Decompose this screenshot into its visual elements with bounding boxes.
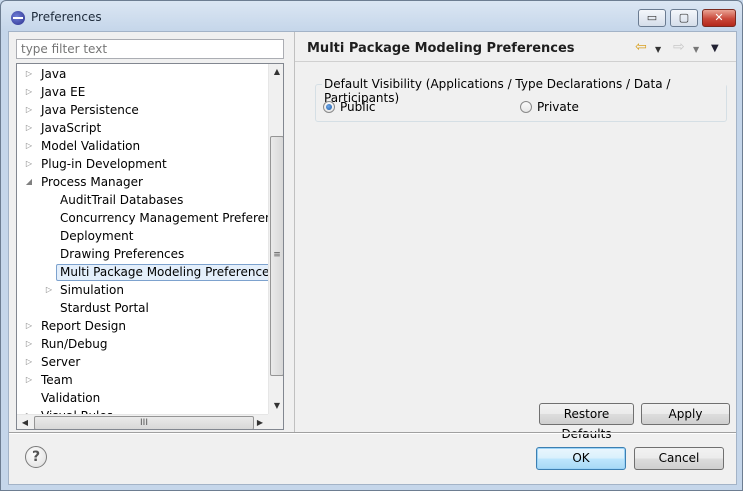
footer-separator bbox=[9, 432, 736, 434]
tree-item[interactable]: Concurrency Management Preferences bbox=[17, 209, 268, 227]
eclipse-icon bbox=[11, 11, 25, 25]
tree-item-label: Deployment bbox=[60, 229, 134, 243]
tree-item[interactable]: Validation bbox=[17, 389, 268, 407]
help-icon[interactable]: ? bbox=[25, 446, 47, 468]
cancel-button[interactable]: Cancel bbox=[634, 447, 724, 470]
ok-button[interactable]: OK bbox=[536, 447, 626, 470]
tree-item-label: Report Design bbox=[41, 319, 127, 333]
tree-item[interactable]: Drawing Preferences bbox=[17, 245, 268, 263]
minimize-button[interactable]: ▭ bbox=[638, 9, 666, 27]
tree-expander-icon[interactable]: ▷ bbox=[24, 371, 34, 389]
tree-item-label: Server bbox=[41, 355, 81, 369]
scroll-right-arrow-icon[interactable]: ▶ bbox=[252, 415, 268, 429]
tree-item[interactable]: ▷ JavaScript bbox=[17, 119, 268, 137]
scroll-up-arrow-icon[interactable]: ▲ bbox=[269, 64, 283, 80]
public-radio-label: Public bbox=[340, 100, 376, 114]
title-bar[interactable]: Preferences ▭ ▢ ✕ bbox=[1, 1, 742, 31]
tree-expander-icon[interactable]: ▷ bbox=[24, 137, 34, 155]
tree-item-label: Simulation bbox=[60, 283, 124, 297]
window-title: Preferences bbox=[31, 10, 102, 24]
tree-item[interactable]: AuditTrail Databases bbox=[17, 191, 268, 209]
vertical-scroll-thumb[interactable]: ≡ bbox=[270, 136, 283, 376]
page-title: Multi Package Modeling Preferences bbox=[307, 41, 575, 56]
apply-button[interactable]: Apply bbox=[641, 403, 730, 425]
tree-item[interactable]: ▷ Visual Rules bbox=[17, 407, 268, 414]
restore-defaults-button[interactable]: Restore Defaults bbox=[539, 403, 634, 441]
tree-item-label: Concurrency Management Preferences bbox=[60, 211, 268, 225]
tree-expander-icon[interactable]: ▷ bbox=[24, 335, 34, 353]
forward-menu-chevron-icon[interactable]: ▼ bbox=[693, 43, 699, 57]
preferences-window: Preferences ▭ ▢ ✕ ▷ Java ▷ Java EE ▷ Java Per… bbox=[0, 0, 743, 491]
back-arrow-icon[interactable]: ⇦ bbox=[635, 40, 647, 54]
scroll-left-arrow-icon[interactable]: ◀ bbox=[17, 415, 33, 429]
tree-expander-icon[interactable]: ◢ bbox=[24, 173, 34, 191]
tree-item[interactable]: ▷ Team bbox=[17, 371, 268, 389]
tree-item-label: JavaScript bbox=[41, 121, 102, 135]
radio-checked-icon[interactable] bbox=[323, 101, 335, 113]
tree-item[interactable]: Multi Package Modeling Preferences bbox=[17, 263, 268, 281]
tree-item-label: Java Persistence bbox=[41, 103, 139, 117]
tree-items: ▷ Java ▷ Java EE ▷ Java Persistence ▷ JavaScrip… bbox=[17, 64, 268, 414]
radio-unchecked-icon[interactable] bbox=[520, 101, 532, 113]
maximize-button[interactable]: ▢ bbox=[670, 9, 698, 27]
default-visibility-group: Default Visibility (Applications / Type … bbox=[315, 77, 727, 122]
tree-expander-icon[interactable]: ▷ bbox=[24, 407, 34, 414]
page-header: Multi Package Modeling Preferences ⇦ ▼ ⇨… bbox=[295, 32, 736, 62]
filter-input[interactable] bbox=[16, 39, 284, 59]
tree-expander-icon[interactable]: ▷ bbox=[24, 155, 34, 173]
tree-item-label: Visual Rules bbox=[41, 407, 113, 414]
preference-page: Multi Package Modeling Preferences ⇦ ▼ ⇨… bbox=[295, 32, 736, 441]
tree-expander-icon[interactable]: ▷ bbox=[24, 317, 34, 335]
tree-item-label: Model Validation bbox=[41, 139, 141, 153]
tree-item-label: AuditTrail Databases bbox=[60, 193, 184, 207]
horizontal-scrollbar[interactable]: ◀ III ▶ bbox=[17, 414, 268, 429]
scroll-down-arrow-icon[interactable]: ▼ bbox=[269, 398, 283, 414]
scroll-corner bbox=[268, 414, 283, 429]
tree-item[interactable]: ◢ Process Manager bbox=[17, 173, 268, 191]
back-menu-chevron-icon[interactable]: ▼ bbox=[655, 43, 661, 57]
view-menu-chevron-icon[interactable]: ▼ bbox=[711, 42, 719, 56]
tree-expander-icon[interactable]: ▷ bbox=[24, 101, 34, 119]
tree-item-label: Team bbox=[41, 373, 73, 387]
tree-item-label: Stardust Portal bbox=[60, 301, 149, 315]
close-button[interactable]: ✕ bbox=[702, 9, 736, 27]
tree-item-label: Plug-in Development bbox=[41, 157, 167, 171]
tree-item[interactable]: ▷ Java bbox=[17, 65, 268, 83]
tree-item-label: Drawing Preferences bbox=[60, 247, 185, 261]
navigation-pane: ▷ Java ▷ Java EE ▷ Java Persistence ▷ JavaScrip… bbox=[9, 32, 294, 432]
tree-item[interactable]: ▷ Server bbox=[17, 353, 268, 371]
tree-item[interactable]: ▷ Plug-in Development bbox=[17, 155, 268, 173]
tree-item[interactable]: ▷ Simulation bbox=[17, 281, 268, 299]
forward-arrow-icon[interactable]: ⇨ bbox=[673, 40, 685, 54]
tree-item[interactable]: ▷ Report Design bbox=[17, 317, 268, 335]
tree-item[interactable]: ▷ Java EE bbox=[17, 83, 268, 101]
dialog-client-area: ▷ Java ▷ Java EE ▷ Java Persistence ▷ JavaScrip… bbox=[8, 31, 737, 485]
tree-expander-icon[interactable]: ▷ bbox=[24, 83, 34, 101]
tree-expander-icon[interactable]: ▷ bbox=[24, 353, 34, 371]
tree-item-label: Java EE bbox=[41, 85, 86, 99]
private-radio-label: Private bbox=[537, 100, 579, 114]
tree-item[interactable]: Deployment bbox=[17, 227, 268, 245]
tree-expander-icon[interactable]: ▷ bbox=[44, 281, 54, 299]
tree-item-label: Java bbox=[41, 67, 67, 81]
tree-item-label: Multi Package Modeling Preferences bbox=[56, 264, 268, 281]
vertical-scrollbar[interactable]: ▲ ≡ ▼ bbox=[268, 64, 283, 414]
horizontal-scroll-thumb[interactable]: III bbox=[34, 416, 254, 429]
tree-item-label: Run/Debug bbox=[41, 337, 108, 351]
preference-tree: ▷ Java ▷ Java EE ▷ Java Persistence ▷ JavaScrip… bbox=[16, 63, 284, 430]
tree-item[interactable]: ▷ Model Validation bbox=[17, 137, 268, 155]
tree-expander-icon[interactable]: ▷ bbox=[24, 65, 34, 83]
tree-expander-icon[interactable]: ▷ bbox=[24, 119, 34, 137]
tree-item[interactable]: ▷ Java Persistence bbox=[17, 101, 268, 119]
tree-item-label: Process Manager bbox=[41, 175, 143, 189]
tree-item[interactable]: Stardust Portal bbox=[17, 299, 268, 317]
tree-item[interactable]: ▷ Run/Debug bbox=[17, 335, 268, 353]
tree-item-label: Validation bbox=[41, 391, 101, 405]
